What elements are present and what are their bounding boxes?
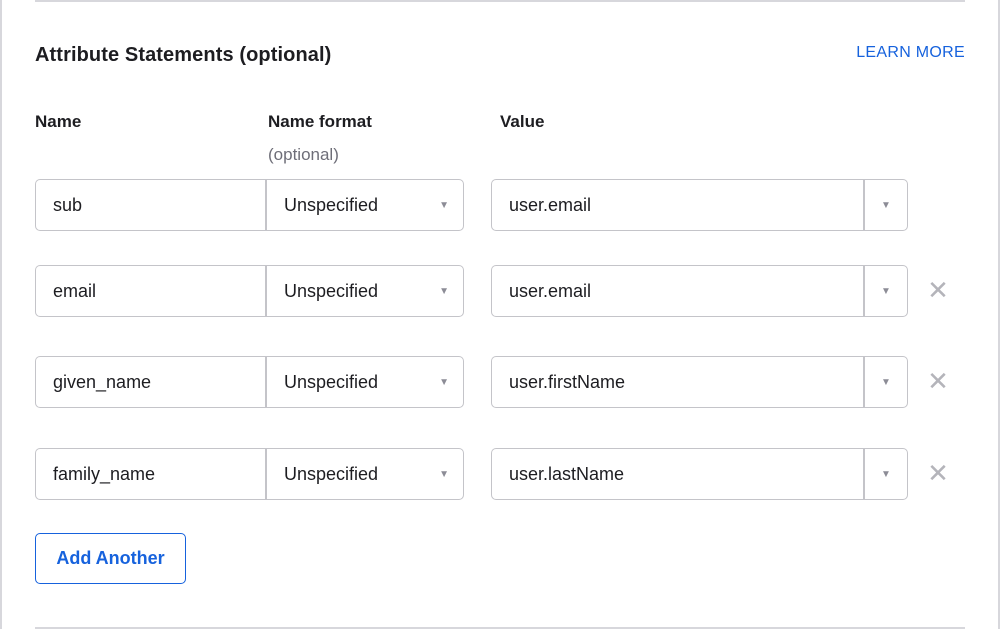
name-format-select[interactable]: Unspecified ▼: [265, 448, 464, 500]
value-dropdown-toggle[interactable]: ▼: [863, 356, 908, 408]
attribute-value-input[interactable]: user.firstName: [491, 356, 864, 408]
attribute-row: Unspecified ▼ user.email ▼: [0, 179, 1000, 231]
remove-row-icon[interactable]: ✕: [925, 458, 951, 488]
attribute-name-input[interactable]: [35, 448, 266, 500]
attribute-name-input[interactable]: [35, 356, 266, 408]
name-format-value: Unspecified: [284, 194, 379, 215]
caret-down-icon: ▼: [439, 285, 449, 297]
name-format-select[interactable]: Unspecified ▼: [265, 179, 464, 231]
name-format-select[interactable]: Unspecified ▼: [265, 265, 464, 317]
learn-more-link[interactable]: LEARN MORE: [856, 44, 965, 62]
section-title: Attribute Statements (optional): [35, 44, 332, 66]
name-format-value: Unspecified: [284, 371, 379, 392]
column-header-name-format-optional: (optional): [268, 145, 339, 164]
name-format-value: Unspecified: [284, 463, 379, 484]
attribute-name-input[interactable]: [35, 265, 266, 317]
value-dropdown-toggle[interactable]: ▼: [863, 448, 908, 500]
attribute-name-input[interactable]: [35, 179, 266, 231]
column-header-value: Value: [500, 112, 545, 131]
caret-down-icon: ▼: [439, 468, 449, 480]
attribute-value-input[interactable]: user.email: [491, 265, 864, 317]
value-dropdown-toggle[interactable]: ▼: [863, 265, 908, 317]
remove-row-icon[interactable]: ✕: [925, 275, 951, 305]
section-divider-top: [35, 0, 965, 2]
caret-down-icon: ▼: [881, 468, 891, 480]
column-header-name: Name: [35, 112, 82, 131]
caret-down-icon: ▼: [881, 199, 891, 211]
attribute-value-text: user.email: [509, 194, 592, 215]
attribute-row: Unspecified ▼ user.email ▼ ✕: [0, 265, 1000, 317]
attribute-value-input[interactable]: user.lastName: [491, 448, 864, 500]
attribute-row: Unspecified ▼ user.lastName ▼ ✕: [0, 448, 1000, 500]
attribute-value-text: user.email: [509, 280, 592, 301]
column-header-name-format: Name format: [268, 112, 372, 131]
caret-down-icon: ▼: [439, 376, 449, 388]
caret-down-icon: ▼: [881, 376, 891, 388]
attribute-value-input[interactable]: user.email: [491, 179, 864, 231]
value-dropdown-toggle[interactable]: ▼: [863, 179, 908, 231]
attribute-value-text: user.lastName: [509, 463, 625, 484]
caret-down-icon: ▼: [439, 199, 449, 211]
attribute-row: Unspecified ▼ user.firstName ▼ ✕: [0, 356, 1000, 408]
name-format-value: Unspecified: [284, 280, 379, 301]
name-format-select[interactable]: Unspecified ▼: [265, 356, 464, 408]
attribute-value-text: user.firstName: [509, 371, 626, 392]
remove-row-icon[interactable]: ✕: [925, 366, 951, 396]
add-another-button[interactable]: Add Another: [35, 533, 186, 584]
caret-down-icon: ▼: [881, 285, 891, 297]
